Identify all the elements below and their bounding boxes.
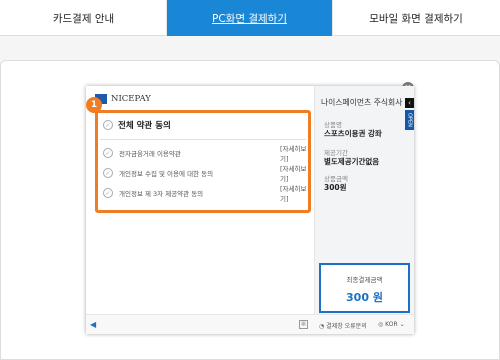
- period-value: 별도제공기간없음: [324, 157, 380, 166]
- term-label: 개인정보 제 3자 제공약관 동의: [119, 190, 204, 198]
- price-value: 300원: [324, 183, 347, 192]
- language-label: KOR: [385, 321, 398, 328]
- term-item[interactable]: ✓ 전자금융거래 이용약관 [자세히보기]: [103, 145, 309, 163]
- nicepay-logo-text: NICEPAY: [111, 94, 151, 104]
- check-circle-icon: ✓: [103, 188, 113, 198]
- check-circle-icon: ✓: [103, 148, 113, 158]
- product-value: 스포츠이용권 강좌: [324, 129, 382, 138]
- info-open-tab[interactable]: OPEN: [405, 110, 414, 130]
- tab-card-payment-guide[interactable]: 카드결제 안내: [1, 0, 167, 36]
- language-selector[interactable]: ◎ KOR ⌄: [378, 321, 405, 328]
- term-label: 전자금융거래 이용약관: [119, 150, 181, 158]
- modal-footer: ◀ ▦ ◔ 결제창 오류문의 ◎ KOR ⌄: [86, 314, 414, 334]
- agree-all-checkbox[interactable]: ✓ 전체 약관 동의: [103, 119, 171, 131]
- agree-all-label: 전체 약관 동의: [118, 121, 171, 131]
- payment-guide-tabs: 카드결제 안내 PC화면 결제하기 모바일 화면 결제하기: [0, 0, 500, 36]
- agree-divider: [100, 139, 306, 140]
- nicepay-logo: NICEPAY: [95, 94, 151, 104]
- speaker-icon[interactable]: ◀: [90, 320, 96, 329]
- term-detail-link[interactable]: [자세히보기]: [280, 143, 309, 163]
- total-value: 300 원: [346, 291, 383, 304]
- tab-pc-payment[interactable]: PC화면 결제하기: [167, 0, 333, 36]
- chevron-down-icon: ⌄: [399, 321, 405, 328]
- check-circle-icon: ✓: [103, 168, 113, 178]
- term-item[interactable]: ✓ 개인정보 수집 및 이용에 대한 동의 [자세히보기]: [103, 165, 309, 183]
- total-amount-box: 최종결제금액 300 원: [319, 263, 410, 313]
- total-label: 최종결제금액: [346, 276, 383, 284]
- chevron-left-icon[interactable]: ‹: [405, 98, 414, 108]
- payment-modal: NICEPAY ✕ 1 ✓ 전체 약관 동의 ✓ 전자금융거래 이용약관 [자세…: [86, 82, 414, 334]
- term-detail-link[interactable]: [자세히보기]: [280, 183, 309, 203]
- term-label: 개인정보 수집 및 이용에 대한 동의: [119, 170, 214, 178]
- payment-error-inquiry-label: 결제창 오류문의: [326, 323, 367, 330]
- grid-icon[interactable]: ▦: [299, 320, 308, 329]
- order-summary-panel: 나이스페이먼츠 주식회사 ‹ OPEN 상품명 스포츠이용권 강좌 제공기간 별…: [315, 86, 414, 314]
- globe-icon: ◎: [378, 321, 384, 328]
- check-circle-icon: ✓: [103, 120, 113, 130]
- step-badge: 1: [86, 97, 102, 113]
- headset-icon: ◔: [319, 323, 325, 330]
- term-item[interactable]: ✓ 개인정보 제 3자 제공약관 동의 [자세히보기]: [103, 185, 309, 203]
- tab-mobile-payment[interactable]: 모바일 화면 결제하기: [333, 0, 499, 36]
- term-detail-link[interactable]: [자세히보기]: [280, 163, 309, 183]
- merchant-name: 나이스페이먼츠 주식회사: [321, 98, 403, 107]
- payment-error-inquiry[interactable]: ◔ 결제창 오류문의: [319, 321, 367, 330]
